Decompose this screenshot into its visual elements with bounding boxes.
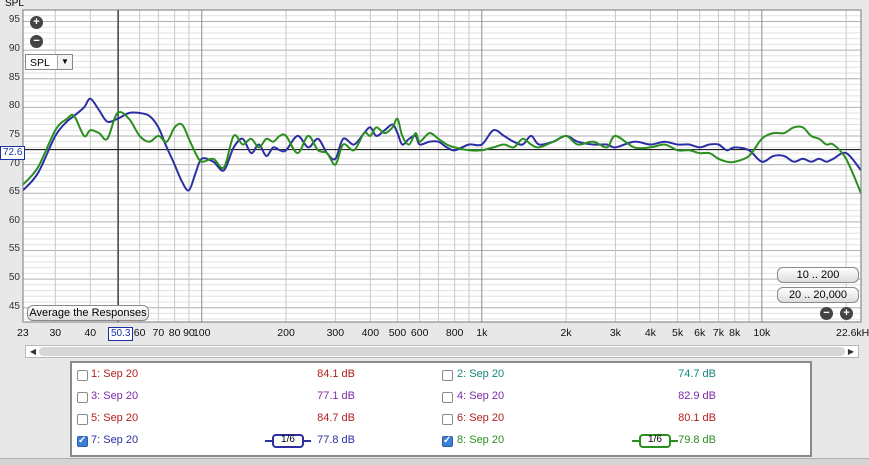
- x-tick-label: 4k: [644, 327, 656, 339]
- zoom-in-horizontal-button[interactable]: +: [840, 307, 853, 320]
- x-tick-label: 500: [388, 327, 407, 339]
- legend-row: 5: Sep 20 84.7 dB 6: Sep 20 80.1 dB: [72, 410, 810, 432]
- y-tick-label: 65: [8, 186, 20, 198]
- measurement-name[interactable]: 1: Sep 20: [91, 368, 138, 380]
- x-tick-label: 60: [133, 327, 146, 339]
- y-tick-label: 75: [8, 128, 20, 140]
- measurement-type-select[interactable]: SPL ▼: [25, 54, 73, 70]
- measurement-visibility-checkbox[interactable]: [77, 414, 88, 425]
- x-tick-label: 200: [277, 327, 295, 339]
- measurement-name[interactable]: 3: Sep 20: [91, 390, 138, 402]
- legend-row: 7: Sep 2077.8 dB1/68: Sep 2079.8 dB1/6: [72, 432, 810, 454]
- x-tick-label: 40: [84, 327, 97, 339]
- legend-row: 1: Sep 20 84.1 dB 2: Sep 20 74.7 dB: [72, 366, 810, 388]
- scroll-right-arrow-icon[interactable]: ▶: [845, 346, 857, 357]
- y-tick-label: 50: [8, 272, 20, 284]
- y-tick-label: 55: [8, 243, 20, 255]
- range-10-200-button[interactable]: 10 .. 200: [777, 267, 859, 283]
- y-tick-label: 95: [8, 14, 20, 26]
- measurement-level: 77.8 dB: [317, 434, 355, 446]
- legend-row: 3: Sep 20 77.1 dB 4: Sep 20 82.9 dB: [72, 388, 810, 410]
- x-tick-label: 23: [17, 327, 29, 339]
- x-tick-label: 30: [49, 327, 62, 339]
- measurement-level: 82.9 dB: [678, 390, 716, 402]
- smoothing-indicator[interactable]: 1/6: [632, 433, 678, 449]
- measurement-legend-panel: 1: Sep 20 84.1 dB 2: Sep 20 74.7 dB 3: Sep 2…: [70, 361, 812, 457]
- x-tick-label: 10k: [753, 327, 771, 339]
- y-tick-label: 45: [8, 300, 20, 312]
- x-tick-label: 100: [192, 327, 211, 339]
- range-20-20000-button[interactable]: 20 .. 20,000: [777, 287, 859, 303]
- scrollbar-thumb[interactable]: [39, 347, 845, 356]
- x-tick-label: 3k: [609, 327, 621, 339]
- x-tick-label: 7k: [712, 327, 724, 339]
- measurement-visibility-checkbox[interactable]: [77, 370, 88, 381]
- measurement-level: 84.7 dB: [317, 412, 355, 424]
- x-tick-label: 5k: [671, 327, 684, 339]
- x-tick-label: 400: [361, 327, 380, 339]
- smoothing-indicator[interactable]: 1/6: [265, 433, 311, 449]
- spl-chart[interactable]: [0, 0, 869, 345]
- x-tick-label: 1k: [476, 327, 488, 339]
- smoothing-label: 1/6: [281, 434, 295, 445]
- y-tick-label: 90: [8, 43, 20, 55]
- measurement-visibility-checkbox[interactable]: [442, 435, 453, 447]
- measurement-level: 80.1 dB: [678, 412, 716, 424]
- measurement-visibility-checkbox[interactable]: [442, 370, 453, 381]
- x-tick-label: 300: [326, 327, 345, 339]
- measurement-name[interactable]: 7: Sep 20: [91, 434, 138, 446]
- y-tick-label: 60: [8, 214, 20, 226]
- x-tick-label: 600: [410, 327, 429, 339]
- cursor-level-readout: 72.6: [0, 146, 26, 160]
- x-tick-label: 22.6kHz: [836, 327, 869, 339]
- measurement-visibility-checkbox[interactable]: [77, 392, 88, 403]
- x-tick-label: 6k: [694, 327, 706, 339]
- measurement-name[interactable]: 8: Sep 20: [457, 434, 504, 446]
- zoom-out-vertical-button[interactable]: −: [30, 35, 43, 48]
- average-responses-button[interactable]: Average the Responses: [27, 305, 149, 321]
- y-axis-unit-label: SPL: [5, 0, 24, 9]
- horizontal-scrollbar[interactable]: ◀ ▶: [25, 345, 859, 358]
- measurement-name[interactable]: 2: Sep 20: [457, 368, 504, 380]
- zoom-in-vertical-button[interactable]: +: [30, 16, 43, 29]
- y-tick-label: 80: [8, 100, 20, 112]
- x-tick-label: 70: [152, 327, 165, 339]
- measurement-level: 84.1 dB: [317, 368, 355, 380]
- x-tick-label: 80: [168, 327, 181, 339]
- measurement-visibility-checkbox[interactable]: [442, 414, 453, 425]
- chevron-down-icon: ▼: [57, 55, 72, 69]
- y-tick-label: 85: [8, 71, 20, 83]
- frequency-response-graph[interactable]: SPL 95 90 85 80 75 70 65 60 55 50 45 23 30 40 60 70 80 9…: [0, 0, 869, 345]
- plot-area: [22, 9, 862, 323]
- smoothing-label: 1/6: [648, 434, 662, 445]
- x-tick-label: 8k: [729, 327, 741, 339]
- measurement-type-value: SPL: [30, 57, 50, 69]
- x-tick-label: 800: [445, 327, 464, 339]
- measurement-name[interactable]: 6: Sep 20: [457, 412, 504, 424]
- measurement-name[interactable]: 5: Sep 20: [91, 412, 138, 424]
- measurement-visibility-checkbox[interactable]: [442, 392, 453, 403]
- measurement-level: 77.1 dB: [317, 390, 355, 402]
- measurement-level: 74.7 dB: [678, 368, 716, 380]
- scroll-left-arrow-icon[interactable]: ◀: [27, 346, 39, 357]
- x-tick-label: 2k: [560, 327, 572, 339]
- zoom-out-horizontal-button[interactable]: −: [820, 307, 833, 320]
- measurement-name[interactable]: 4: Sep 20: [457, 390, 504, 402]
- measurement-visibility-checkbox[interactable]: [77, 435, 88, 447]
- cursor-frequency-readout: 50.3: [108, 327, 134, 341]
